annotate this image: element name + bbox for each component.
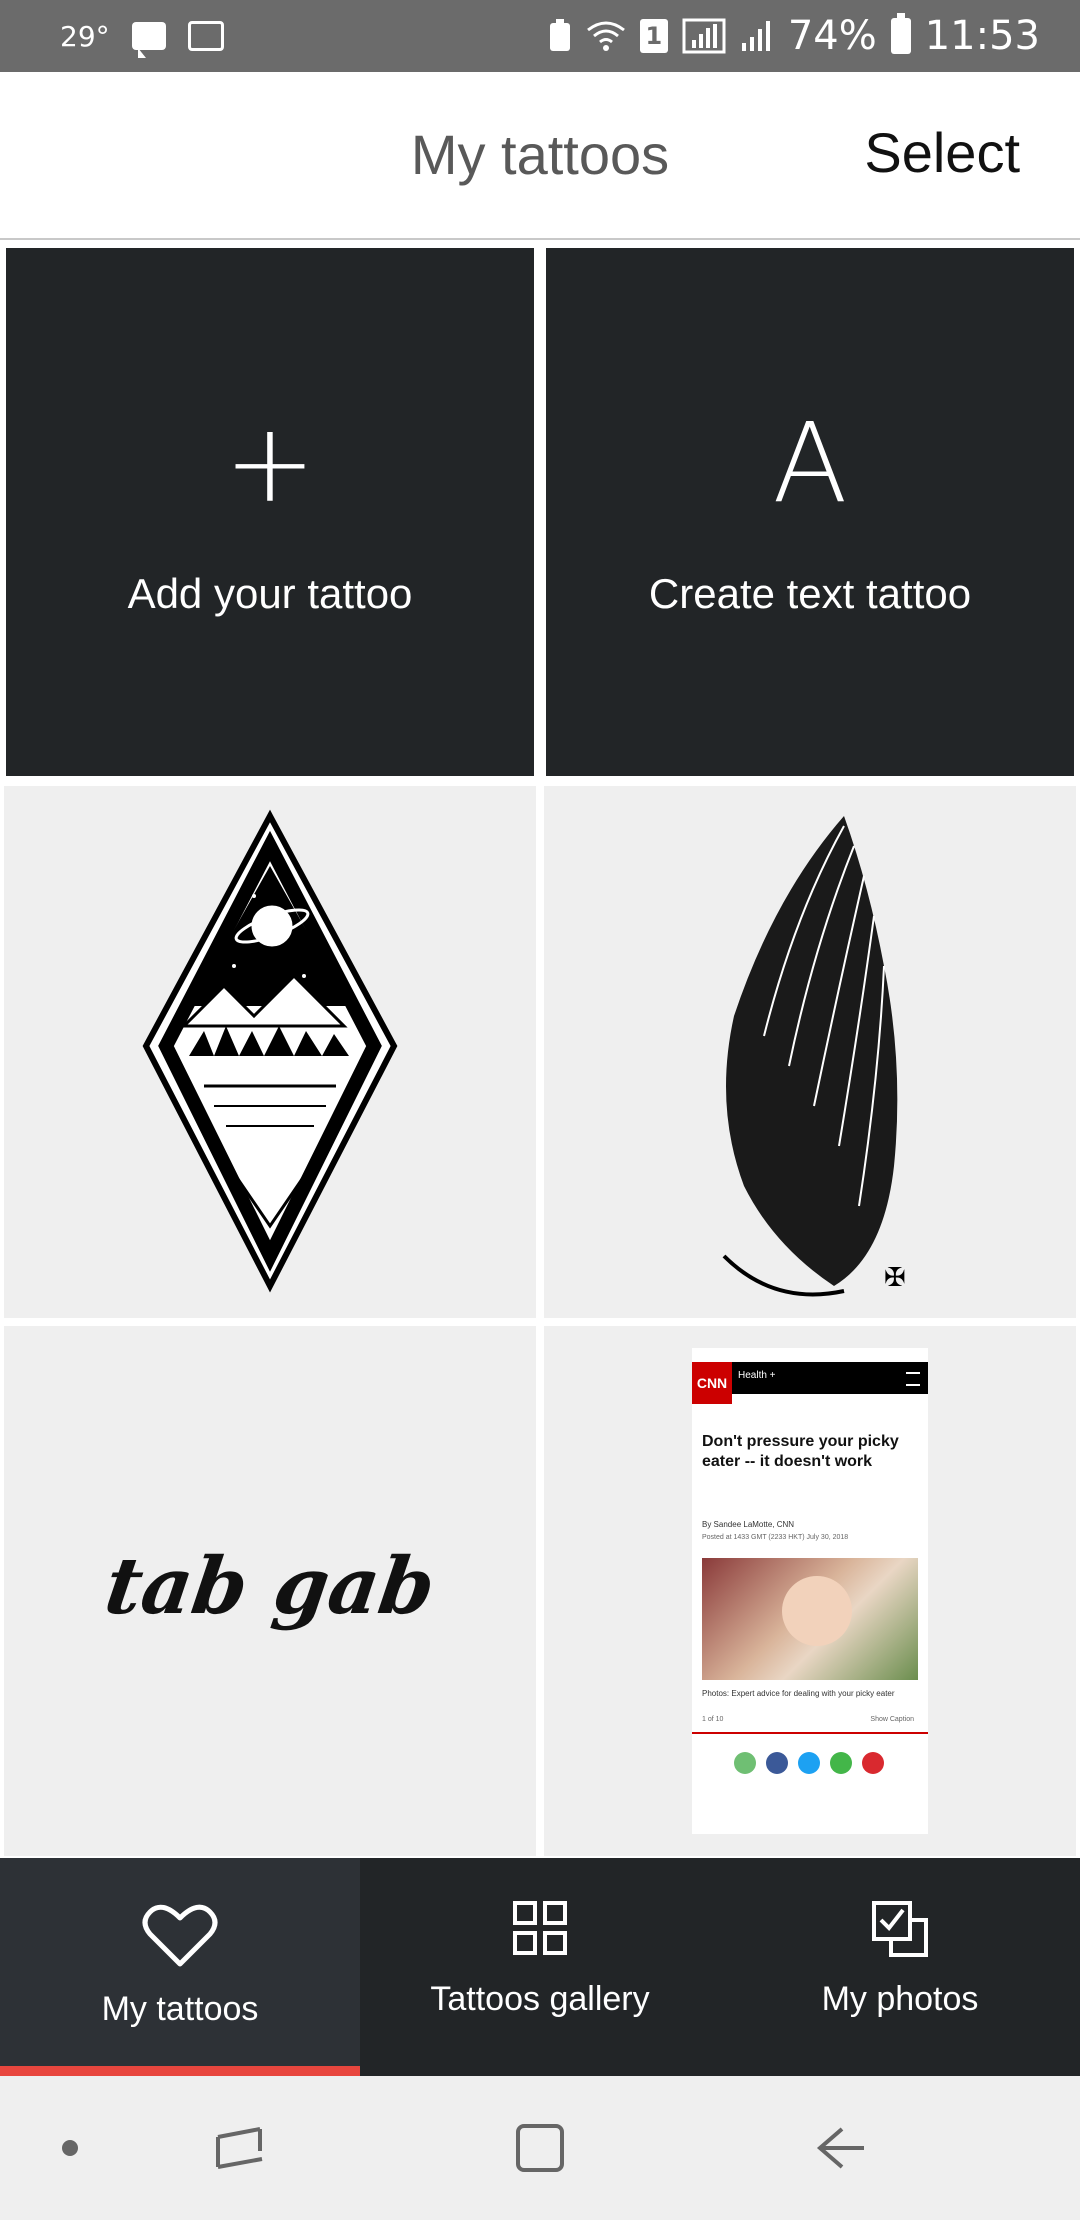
text-tattoo-sample: tab gab [99, 1541, 441, 1632]
recent-apps-icon[interactable] [200, 2076, 280, 2220]
text-letter-icon: A [772, 399, 848, 527]
article-headline: Don't pressure your picky eater -- it do… [702, 1433, 899, 1470]
thumbnail-statusbar [692, 1348, 928, 1362]
heart-icon [142, 1904, 218, 1967]
twitter-share-icon [798, 1752, 820, 1774]
create-text-tattoo-tile[interactable]: A Create text tattoo [546, 248, 1074, 776]
activity-icon [187, 21, 224, 51]
signal-icon-secondary [741, 21, 770, 51]
share-icons [734, 1752, 884, 1774]
article-photo [702, 1558, 918, 1680]
battery-icon [890, 13, 911, 54]
dot-icon [40, 2076, 100, 2220]
photos-icon [872, 1901, 928, 1957]
wing-tattoo-image: ✠ [722, 816, 906, 1297]
status-bar: 29° 1 74% 11:53 [0, 0, 1080, 72]
facebook-share-icon [766, 1752, 788, 1774]
temperature-text: 29° [60, 19, 110, 53]
more-share-icon [862, 1752, 884, 1774]
nav-tattoos-gallery-label: Tattoos gallery [430, 1980, 650, 2018]
wifi-icon [586, 21, 625, 51]
cnn-header: CNN Health + [692, 1362, 928, 1404]
system-navigation-bar [0, 2076, 1080, 2220]
nav-my-tattoos[interactable]: My tattoos [0, 1858, 360, 2076]
svg-text:✠: ✠ [884, 1263, 906, 1293]
photo-counter: 1 of 10 [702, 1716, 724, 1723]
battery-percent: 74% [787, 13, 877, 59]
email-share-icon [734, 1752, 756, 1774]
article-byline: By Sandee LaMotte, CNN [702, 1520, 795, 1529]
baby-face [782, 1576, 852, 1646]
message-icon [131, 22, 166, 58]
whatsapp-share-icon [830, 1752, 852, 1774]
bottom-navigation: My tattoos Tattoos gallery My photos [0, 1858, 1080, 2076]
nav-tattoos-gallery[interactable]: Tattoos gallery [360, 1858, 720, 2076]
sim-slot-icon: 1 [639, 19, 668, 53]
active-tab-indicator [0, 2066, 360, 2076]
article-posted: Posted at 1433 GMT (2233 HKT) July 30, 2… [702, 1534, 849, 1541]
tattoo-item-wing[interactable]: ✠ [544, 786, 1076, 1318]
menu-icon [906, 1372, 920, 1386]
photo-caption: Photos: Expert advice for dealing with y… [702, 1689, 895, 1698]
diamond-landscape-tattoo-image [142, 809, 398, 1293]
tattoo-item-text[interactable]: tab gab [4, 1326, 536, 1856]
home-icon[interactable] [500, 2076, 580, 2220]
nav-my-tattoos-label: My tattoos [101, 1990, 259, 2028]
cnn-section: Health + [738, 1370, 776, 1381]
add-tattoo-label: Add your tattoo [127, 570, 413, 617]
signal-icon [682, 18, 726, 54]
back-icon[interactable] [800, 2076, 880, 2220]
screenshot-thumbnail: CNN Health + Don't pressure your picky e… [692, 1348, 928, 1834]
cnn-logo: CNN [692, 1362, 732, 1404]
select-button[interactable]: Select [864, 120, 1020, 185]
plus-icon: + [223, 399, 317, 527]
app-header: My tattoos Select [0, 72, 1080, 240]
add-tattoo-tile[interactable]: + Add your tattoo [6, 248, 534, 776]
nav-my-photos-label: My photos [821, 1980, 979, 2018]
tattoo-item-diamond[interactable] [4, 786, 536, 1318]
clock: 11:53 [924, 13, 1040, 59]
nav-my-photos[interactable]: My photos [720, 1858, 1080, 2076]
create-text-tattoo-label: Create text tattoo [648, 570, 972, 617]
show-caption-link: Show Caption [870, 1716, 914, 1723]
tattoo-item-screenshot[interactable]: CNN Health + Don't pressure your picky e… [544, 1326, 1076, 1856]
battery-saver-icon [549, 19, 570, 51]
divider-line [692, 1732, 928, 1734]
grid-icon [513, 1901, 567, 1955]
